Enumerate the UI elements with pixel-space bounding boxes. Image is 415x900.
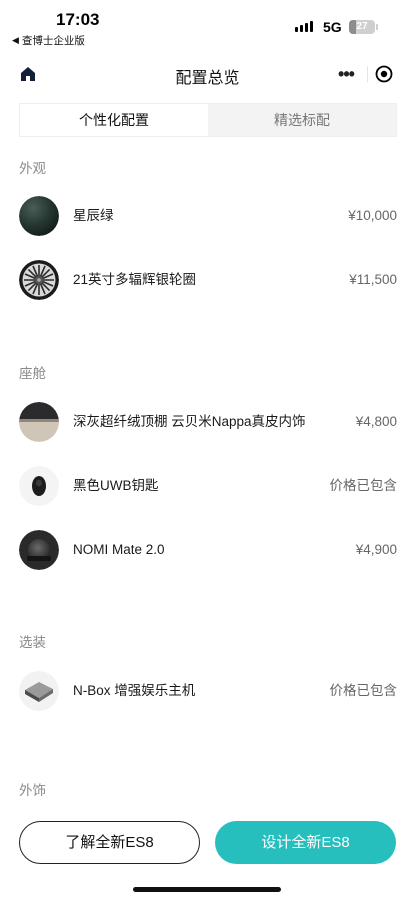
more-icon[interactable]: ••• — [329, 62, 363, 86]
battery-level: 27 — [356, 21, 368, 32]
back-triangle-icon: ◀ — [12, 35, 19, 45]
item-name: 星辰绿 — [73, 208, 114, 223]
list-item[interactable]: N-Box 增强娱乐主机 价格已包含 — [19, 671, 397, 711]
item-price: ¥4,800 — [355, 414, 397, 429]
config-tabs: 个性化配置 精选标配 — [19, 103, 397, 137]
back-app-label: 查博士企业版 — [21, 35, 85, 47]
list-item[interactable]: 黑色UWB钥匙 价格已包含 — [19, 466, 397, 506]
design-es8-button[interactable]: 设计全新ES8 — [215, 821, 396, 864]
item-price: 价格已包含 — [329, 478, 398, 493]
interior-swatch-icon — [19, 402, 59, 442]
battery-icon: 27 — [349, 20, 375, 34]
network-label: 5G — [323, 19, 342, 35]
item-price: 价格已包含 — [329, 683, 398, 698]
nbox-console-icon — [19, 671, 59, 711]
section-title-trim: 外饰 — [19, 783, 46, 798]
item-price: ¥4,900 — [355, 542, 397, 557]
list-item[interactable]: 深灰超纤绒顶棚 云贝米Nappa真皮内饰 ¥4,800 — [19, 402, 397, 442]
status-bar: 17:03 ◀ 查博士企业版 5G 27 — [0, 0, 415, 50]
signal-icon — [295, 21, 313, 32]
item-name: 黑色UWB钥匙 — [73, 478, 159, 493]
nomi-device-icon — [19, 530, 59, 570]
list-item[interactable]: 星辰绿 ¥10,000 — [19, 196, 397, 236]
item-price: ¥11,500 — [349, 272, 397, 287]
learn-es8-button[interactable]: 了解全新ES8 — [19, 821, 200, 864]
back-to-app-link[interactable]: ◀ 查博士企业版 — [12, 33, 85, 48]
home-indicator[interactable] — [133, 887, 281, 892]
close-target-icon[interactable] — [372, 62, 396, 86]
battery-tip — [376, 24, 378, 30]
item-name: NOMI Mate 2.0 — [73, 542, 165, 557]
section-title-exterior: 外观 — [19, 161, 46, 176]
section-title-cabin: 座舱 — [19, 366, 46, 381]
tab-standard[interactable]: 精选标配 — [208, 104, 396, 136]
tab-personalized[interactable]: 个性化配置 — [20, 104, 208, 136]
item-name: N-Box 增强娱乐主机 — [73, 683, 196, 698]
item-name: 21英寸多辐辉银轮圈 — [73, 272, 197, 287]
wheel-rim-icon — [19, 260, 59, 300]
mini-program-capsule: ••• — [329, 62, 399, 86]
item-name: 深灰超纤绒顶棚 云贝米Nappa真皮内饰 — [73, 414, 306, 429]
list-item[interactable]: 21英寸多辐辉银轮圈 ¥11,500 — [19, 260, 397, 300]
green-paint-swatch-icon — [19, 196, 59, 236]
key-fob-icon — [19, 466, 59, 506]
home-icon[interactable] — [18, 64, 38, 84]
nav-bar: 配置总览 ••• — [0, 56, 415, 92]
section-title-options: 选装 — [19, 635, 46, 650]
status-time: 17:03 — [56, 10, 100, 29]
list-item[interactable]: NOMI Mate 2.0 ¥4,900 — [19, 530, 397, 570]
bottom-action-bar: 了解全新ES8 设计全新ES8 — [0, 812, 415, 900]
item-price: ¥10,000 — [348, 208, 397, 223]
capsule-divider — [367, 66, 368, 82]
